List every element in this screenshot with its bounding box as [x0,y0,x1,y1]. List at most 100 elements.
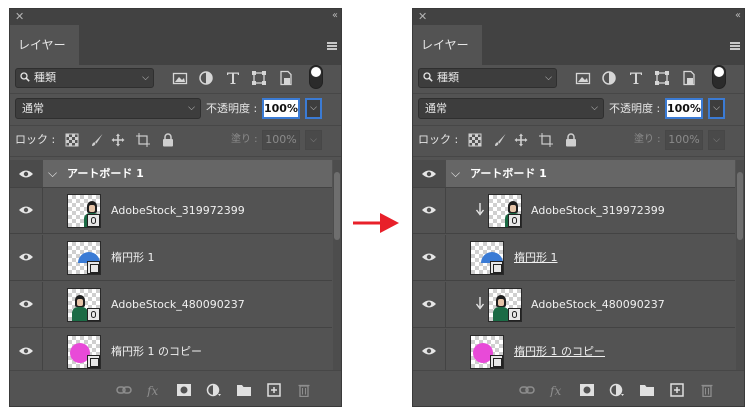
link-layers-icon[interactable] [519,383,535,397]
panel-menu-icon[interactable] [327,42,337,50]
fill-input[interactable]: 100% [262,130,300,150]
lock-position-icon[interactable] [111,133,125,147]
opacity-dropdown-button[interactable]: ⌵ [305,98,322,119]
divider [10,156,341,157]
layer-name: 楕円形 1 [111,251,155,264]
text-filter-icon[interactable] [628,70,644,86]
eye-icon [422,253,436,261]
divider [10,125,341,126]
new-group-icon[interactable] [639,383,655,397]
fx-icon[interactable]: fx [549,383,565,397]
visibility-toggle[interactable] [10,235,43,280]
eye-icon [19,347,33,355]
lock-image-pixels-icon[interactable] [493,133,507,147]
chevron-down-icon[interactable]: ⌵ [48,166,57,181]
layers-scrollbar[interactable] [736,160,744,370]
layer-thumbnail [470,241,504,275]
filter-toggle[interactable] [712,65,726,89]
eye-icon [19,253,33,261]
new-layer-icon[interactable] [266,383,282,397]
opacity-label: 不透明度 : [206,102,258,115]
tab-layers[interactable]: レイヤー [413,25,482,65]
scrollbar-thumb[interactable] [334,172,340,240]
image-filter-icon[interactable] [575,70,591,86]
visibility-toggle[interactable] [413,188,446,233]
opacity-label: 不透明度 : [609,102,661,115]
adjustment-layer-icon[interactable] [609,383,625,397]
fx-icon[interactable]: fx [146,383,162,397]
layer-row[interactable]: 楕円形 1 [10,235,332,281]
layer-row[interactable]: AdobeStock_480090237 [413,282,735,328]
panel-menu-icon[interactable] [730,42,740,50]
smart-object-filter-icon[interactable] [278,70,294,86]
lock-image-pixels-icon[interactable] [90,133,104,147]
visibility-toggle[interactable] [413,282,446,327]
shape-filter-icon[interactable] [654,70,670,86]
adjustment-filter-icon[interactable] [601,70,617,86]
text-filter-icon[interactable] [225,70,241,86]
delete-layer-icon[interactable] [296,383,312,397]
layer-row[interactable]: AdobeStock_319972399 [10,188,332,234]
visibility-toggle[interactable] [413,329,446,370]
fill-dropdown-button[interactable]: ⌵ [708,130,725,150]
svg-text:fx: fx [146,384,158,397]
opacity-input[interactable]: 100% [262,98,300,119]
blend-mode-select[interactable]: 通常 ⌵ [15,98,201,119]
lock-label: ロック : [15,133,56,146]
visibility-toggle[interactable] [10,160,43,187]
layer-row[interactable]: 楕円形 1 [413,235,735,281]
collapse-panel-icon[interactable]: ‹‹ [735,9,741,23]
layer-thumbnail [488,288,522,322]
layer-row[interactable]: 楕円形 1 のコピー [413,329,735,370]
layer-row[interactable]: 楕円形 1 のコピー [10,329,332,370]
filter-toggle[interactable] [309,65,323,89]
collapse-panel-icon[interactable]: ‹‹ [332,9,338,23]
artboard-row[interactable]: ⌵ アートボード 1 [413,160,735,188]
add-mask-icon[interactable] [176,383,192,397]
lock-all-icon[interactable] [161,133,175,147]
close-icon[interactable]: ✕ [418,10,427,24]
artboard-name: アートボード 1 [67,167,144,180]
adjustment-layer-icon[interactable] [206,383,222,397]
link-layers-icon[interactable] [116,383,132,397]
add-mask-icon[interactable] [579,383,595,397]
layer-row[interactable]: AdobeStock_319972399 [413,188,735,234]
filter-kind-select[interactable]: 種類 ⌵ [15,68,154,88]
fill-dropdown-button[interactable]: ⌵ [305,130,322,150]
fill-input[interactable]: 100% [665,130,703,150]
visibility-toggle[interactable] [413,160,446,187]
layers-scrollbar[interactable] [333,160,341,370]
blend-mode-select[interactable]: 通常 ⌵ [418,98,604,119]
visibility-toggle[interactable] [10,329,43,370]
visibility-toggle[interactable] [413,235,446,280]
delete-layer-icon[interactable] [699,383,715,397]
smart-object-filter-icon[interactable] [681,70,697,86]
new-layer-icon[interactable] [669,383,685,397]
chevron-down-icon[interactable]: ⌵ [451,166,460,181]
filter-kind-select[interactable]: 種類 ⌵ [418,68,557,88]
lock-position-icon[interactable] [514,133,528,147]
artboard-name: アートボード 1 [470,167,547,180]
lock-artboard-icon[interactable] [136,133,150,147]
lock-transparent-pixels-icon[interactable] [468,133,482,147]
visibility-toggle[interactable] [10,282,43,327]
image-filter-icon[interactable] [172,70,188,86]
tab-layers[interactable]: レイヤー [10,25,79,65]
shape-filter-icon[interactable] [251,70,267,86]
lock-transparent-pixels-icon[interactable] [65,133,79,147]
divider [413,156,744,157]
scrollbar-thumb[interactable] [737,172,743,240]
clipping-mask-arrow-icon [475,297,485,310]
visibility-toggle[interactable] [10,188,43,233]
adjustment-filter-icon[interactable] [198,70,214,86]
lock-artboard-icon[interactable] [539,133,553,147]
filter-kind-label: 種類 [34,71,56,84]
artboard-row[interactable]: ⌵ アートボード 1 [10,160,332,188]
lock-all-icon[interactable] [564,133,578,147]
opacity-input[interactable]: 100% [665,98,703,119]
new-group-icon[interactable] [236,383,252,397]
opacity-dropdown-button[interactable]: ⌵ [708,98,725,119]
smart-object-badge-icon [508,214,521,227]
layer-row[interactable]: AdobeStock_480090237 [10,282,332,328]
close-icon[interactable]: ✕ [15,10,24,24]
